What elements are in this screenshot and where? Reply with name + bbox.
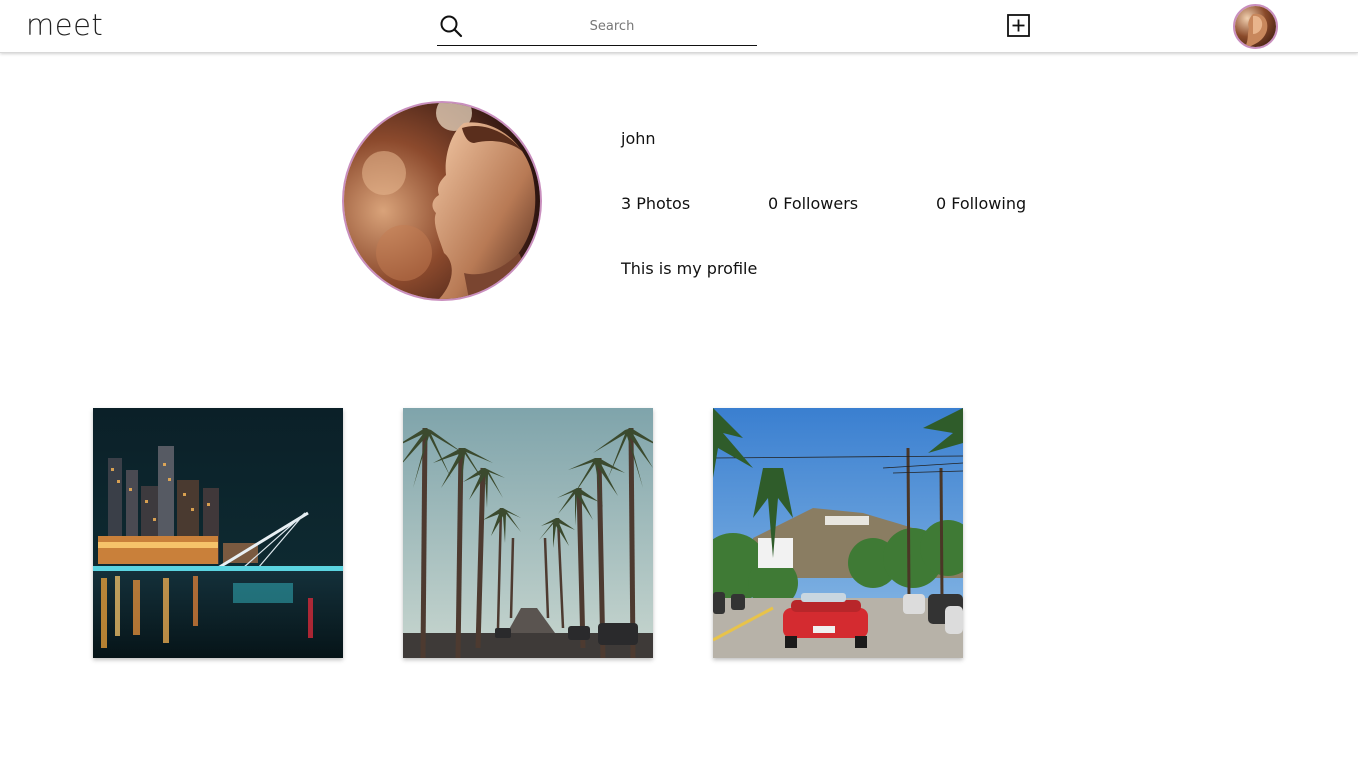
photo-thumbnail-red-car-street[interactable]: [713, 408, 963, 658]
photos-label: Photos: [636, 194, 691, 213]
search-icon[interactable]: [439, 14, 463, 38]
stat-followers[interactable]: 0 Followers: [768, 194, 858, 213]
plus-square-icon[interactable]: [1007, 14, 1030, 37]
following-label: Following: [951, 194, 1027, 213]
nav-avatar[interactable]: [1233, 4, 1278, 49]
stat-following[interactable]: 0 Following: [936, 194, 1026, 213]
photos-count: 3: [621, 194, 632, 213]
followers-label: Followers: [783, 194, 859, 213]
followers-count: 0: [768, 194, 779, 213]
app-logo[interactable]: meet: [26, 8, 103, 42]
search-bar: [437, 8, 757, 46]
profile-bio: This is my profile: [621, 259, 758, 278]
following-count: 0: [936, 194, 947, 213]
stat-photos: 3 Photos: [621, 194, 690, 213]
top-navbar: meet: [0, 0, 1358, 53]
search-input[interactable]: [477, 13, 747, 39]
photo-thumbnail-palm-street[interactable]: [403, 408, 653, 658]
photo-thumbnail-city-night[interactable]: [93, 408, 343, 658]
profile-username: john: [621, 129, 656, 148]
profile-avatar: [342, 101, 542, 301]
